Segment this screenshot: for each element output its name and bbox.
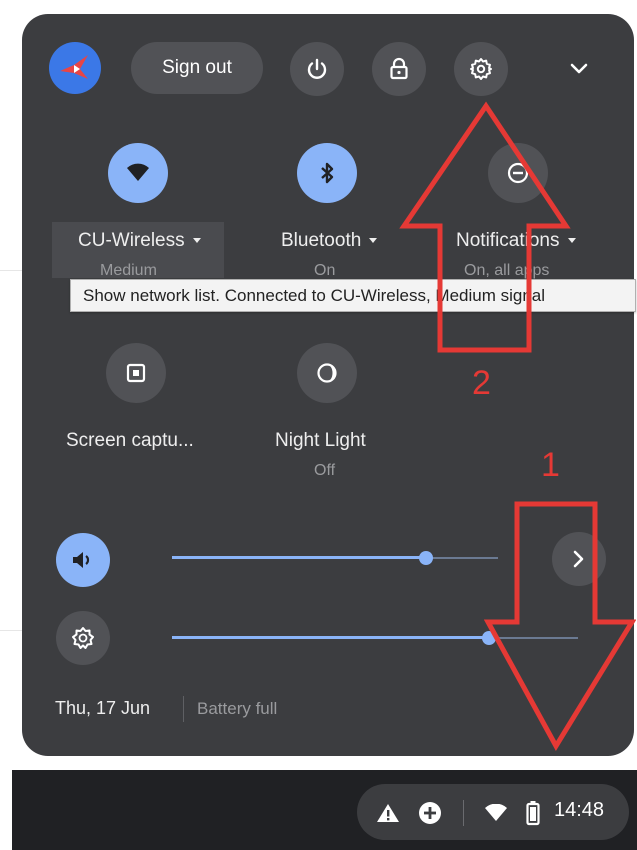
bluetooth-list-button[interactable]: Bluetooth xyxy=(281,230,378,252)
tray-divider xyxy=(463,800,464,826)
volume-slider[interactable] xyxy=(172,548,498,568)
volume-thumb[interactable] xyxy=(419,551,433,565)
volume-fill xyxy=(172,556,426,559)
background-line xyxy=(0,630,22,631)
wifi-sublabel: Medium xyxy=(100,262,157,279)
gear-icon xyxy=(470,58,492,80)
screen-capture-button[interactable] xyxy=(106,343,166,403)
lock-icon xyxy=(390,57,408,80)
wifi-toggle[interactable] xyxy=(108,143,168,203)
power-button[interactable] xyxy=(290,42,344,96)
power-icon xyxy=(307,58,327,79)
add-circle-icon xyxy=(419,802,441,824)
bluetooth-sublabel: On xyxy=(314,262,336,279)
brightness-fill xyxy=(172,636,489,639)
night-light-icon xyxy=(317,363,337,383)
settings-button[interactable] xyxy=(454,42,508,96)
avatar-bird-icon xyxy=(60,55,88,79)
annotation-arrow-down xyxy=(484,501,636,751)
sign-out-button[interactable]: Sign out xyxy=(131,42,263,94)
clock[interactable]: 14:48 xyxy=(554,799,604,822)
annotation-label-2: 2 xyxy=(472,364,491,402)
annotation-label-1: 1 xyxy=(541,446,560,484)
annotation-arrow-up xyxy=(399,101,571,353)
bluetooth-label: Bluetooth xyxy=(281,230,362,251)
caret-down-icon xyxy=(192,238,201,244)
caret-down-icon xyxy=(369,238,378,244)
screen-capture-icon xyxy=(126,363,146,383)
lock-button[interactable] xyxy=(372,42,426,96)
wifi-icon xyxy=(127,163,149,181)
collapse-button[interactable] xyxy=(558,48,600,90)
wifi-network-list-button[interactable]: CU-Wireless xyxy=(78,230,201,252)
battery-label: Battery full xyxy=(197,699,278,718)
screen-capture-label: Screen captu... xyxy=(66,430,194,451)
background-line xyxy=(0,270,22,271)
footer-divider xyxy=(183,696,184,722)
avatar[interactable] xyxy=(49,42,101,94)
brightness-icon xyxy=(72,627,94,649)
night-light-sublabel: Off xyxy=(314,462,336,479)
night-light-label: Night Light xyxy=(275,430,366,451)
volume-icon xyxy=(73,552,90,568)
wifi-label: CU-Wireless xyxy=(78,230,185,251)
night-light-button[interactable] xyxy=(297,343,357,403)
battery-icon xyxy=(526,801,540,826)
bluetooth-icon xyxy=(321,162,334,184)
brightness-button[interactable] xyxy=(56,611,110,665)
sign-out-label: Sign out xyxy=(162,57,232,78)
volume-mute-button[interactable] xyxy=(56,533,110,587)
wifi-icon xyxy=(485,804,507,821)
bluetooth-toggle[interactable] xyxy=(297,143,357,203)
date-label[interactable]: Thu, 17 Jun xyxy=(55,698,150,719)
chevron-down-icon xyxy=(570,63,588,74)
warning-icon xyxy=(377,804,399,822)
